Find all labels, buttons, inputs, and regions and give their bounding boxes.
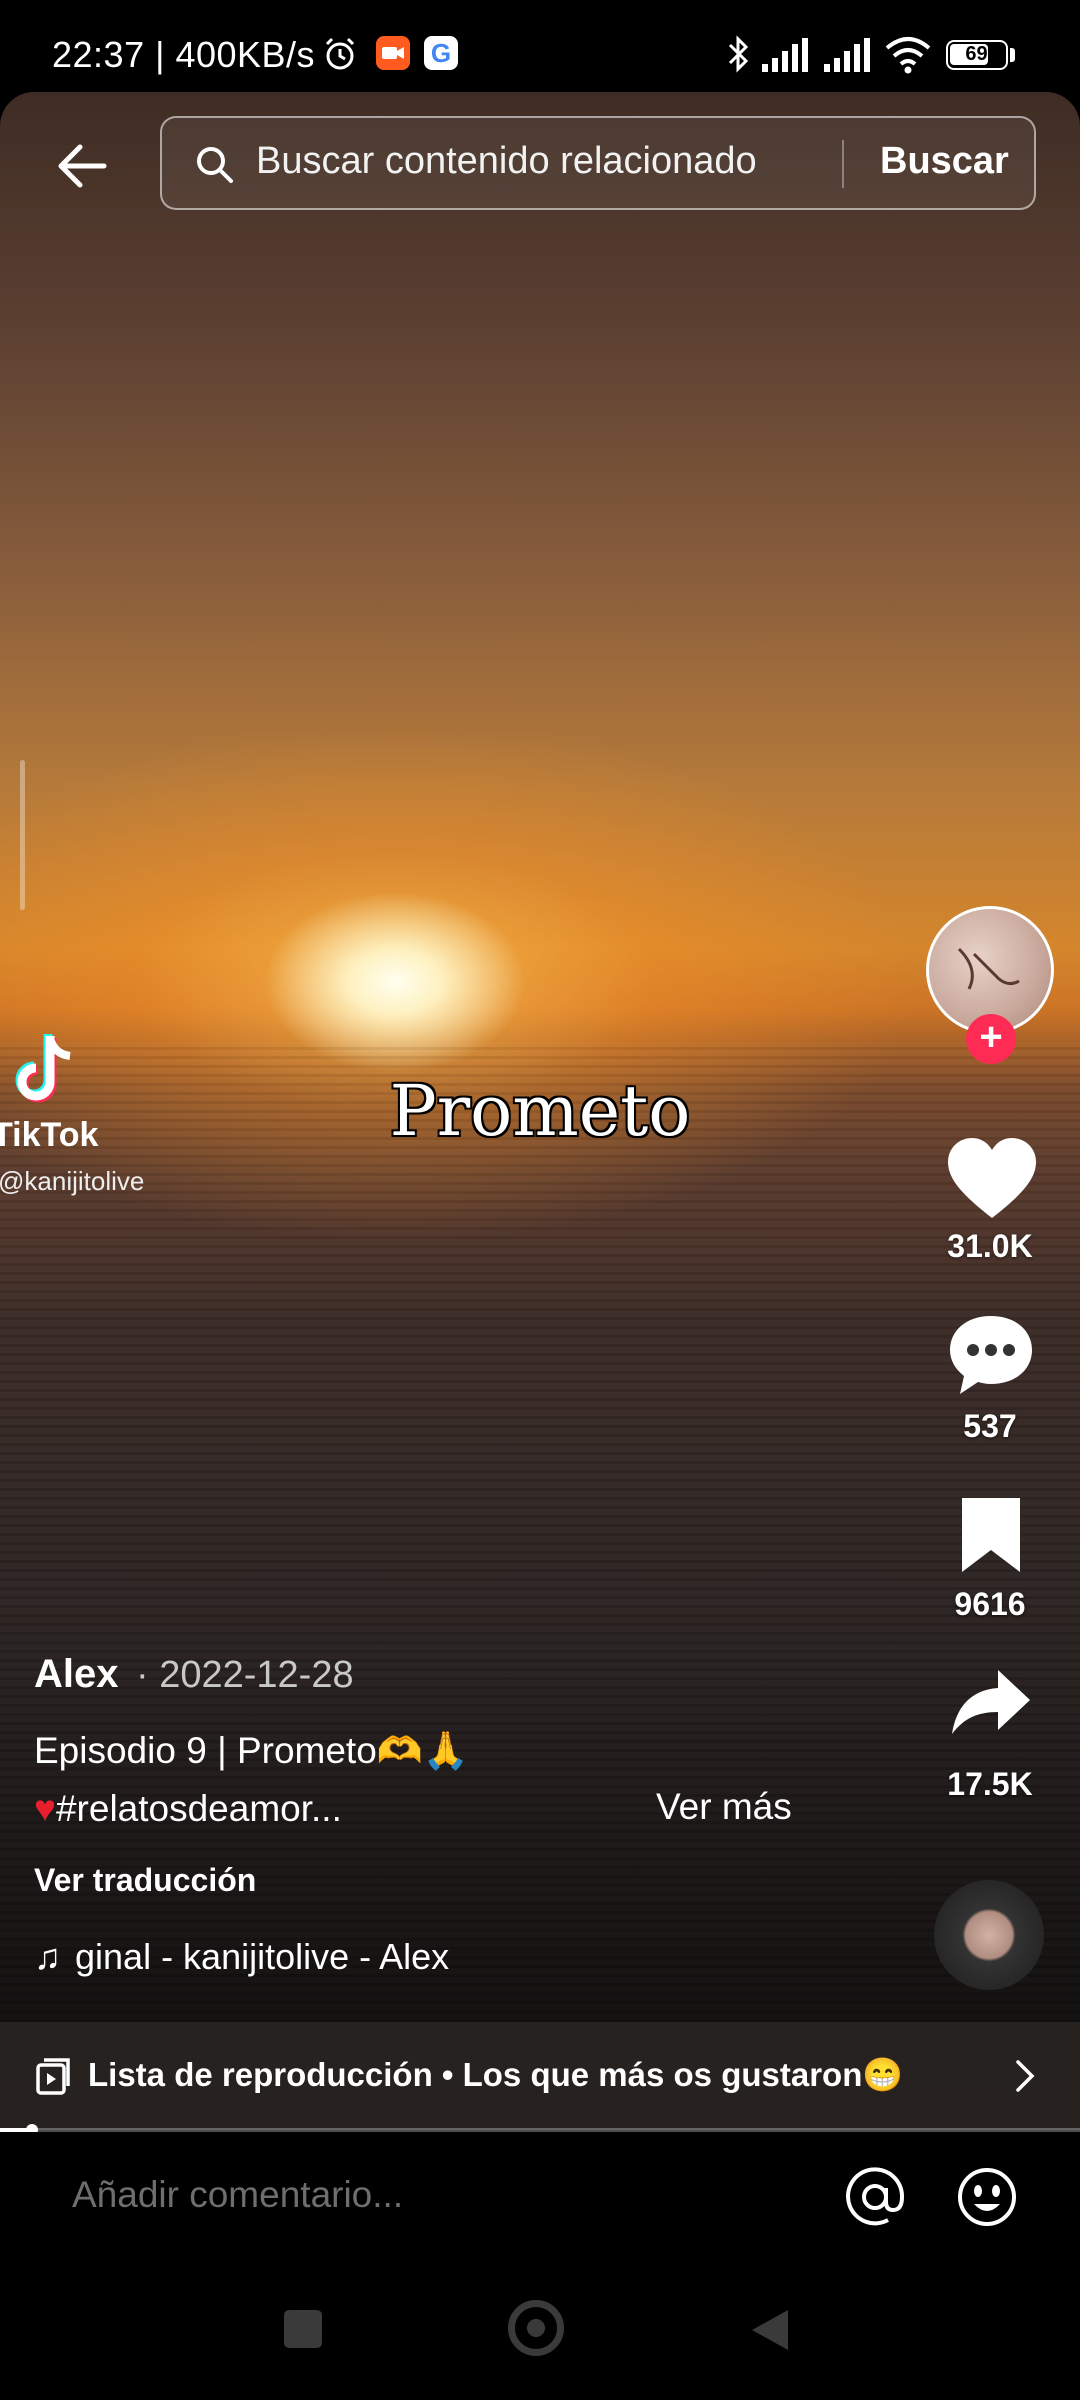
chevron-right-icon bbox=[1016, 2060, 1035, 2092]
post-date: · 2022-12-28 bbox=[136, 1654, 354, 1696]
video-app-icon bbox=[376, 36, 410, 70]
caption-line-2[interactable]: ♥#relatosdeamor... bbox=[34, 1788, 342, 1830]
watermark-handle: @kanijitolive bbox=[0, 1166, 145, 1196]
bookmark-icon[interactable] bbox=[956, 1494, 1026, 1576]
translate-link[interactable]: Ver traducción bbox=[34, 1862, 256, 1899]
battery-cap bbox=[1010, 48, 1015, 62]
like-count: 31.0K bbox=[947, 1228, 1033, 1264]
mention-icon[interactable] bbox=[842, 2164, 908, 2230]
status-time: 22:37 | 400KB/s bbox=[52, 34, 316, 75]
follow-button[interactable]: + bbox=[966, 1014, 1016, 1064]
author-name[interactable]: Alex bbox=[34, 1652, 119, 1697]
like-heart-icon[interactable] bbox=[944, 1134, 1040, 1224]
search-icon bbox=[197, 147, 233, 183]
sound-name: ginal - kanijitolive - Alex bbox=[75, 1936, 450, 1977]
back-button[interactable] bbox=[46, 130, 118, 202]
video-overlay-caption: Prometo bbox=[389, 1070, 691, 1152]
comment-icon[interactable] bbox=[946, 1312, 1036, 1398]
comment-bar: Añadir comentario... bbox=[0, 2132, 1080, 2262]
wifi-icon bbox=[885, 37, 931, 74]
comment-count: 537 bbox=[963, 1408, 1017, 1444]
home-button[interactable] bbox=[508, 2300, 564, 2356]
back-arrow-icon bbox=[58, 144, 107, 188]
heart-emoji: ♥ bbox=[34, 1788, 56, 1829]
avatar-image bbox=[957, 947, 1020, 990]
caption-line-1: Episodio 9 | Prometo🫶🙏 bbox=[34, 1730, 469, 1771]
recents-button[interactable] bbox=[284, 2310, 322, 2348]
emoji-icon[interactable] bbox=[954, 2164, 1020, 2230]
battery-level: 69 bbox=[965, 43, 988, 65]
see-more-link[interactable]: Ver más bbox=[656, 1786, 792, 1828]
battery-icon: 69 bbox=[946, 40, 1008, 70]
system-nav-bar bbox=[0, 2262, 1080, 2400]
save-count: 9616 bbox=[954, 1586, 1026, 1622]
search-divider bbox=[842, 140, 844, 188]
search-button[interactable]: Buscar bbox=[880, 140, 1009, 183]
sound-disc[interactable] bbox=[934, 1880, 1044, 1990]
search-box[interactable]: Buscar contenido relacionado Buscar bbox=[160, 116, 1036, 210]
scroll-indicator bbox=[20, 760, 25, 910]
comment-input[interactable]: Añadir comentario... bbox=[72, 2174, 403, 2216]
search-input[interactable]: Buscar contenido relacionado bbox=[256, 140, 757, 183]
bluetooth-icon bbox=[728, 35, 749, 73]
signal-icon-2 bbox=[824, 38, 870, 72]
google-icon: G bbox=[424, 36, 458, 70]
playlist-bar[interactable]: Lista de reproducción • Los que más os g… bbox=[0, 2022, 1080, 2130]
svg-text:G: G bbox=[431, 38, 451, 68]
share-arrow-icon[interactable] bbox=[948, 1664, 1034, 1740]
music-note-icon: ♫ bbox=[34, 1936, 61, 1977]
back-nav-button[interactable] bbox=[748, 2306, 792, 2354]
sound-row[interactable]: ♫ ginal - kanijitolive - Alex bbox=[34, 1936, 449, 1978]
share-count: 17.5K bbox=[947, 1766, 1033, 1802]
playlist-icon bbox=[36, 2058, 70, 2095]
alarm-icon bbox=[325, 37, 355, 70]
signal-icon-1 bbox=[762, 38, 808, 72]
playlist-label: Lista de reproducción • Los que más os g… bbox=[88, 2056, 904, 2093]
